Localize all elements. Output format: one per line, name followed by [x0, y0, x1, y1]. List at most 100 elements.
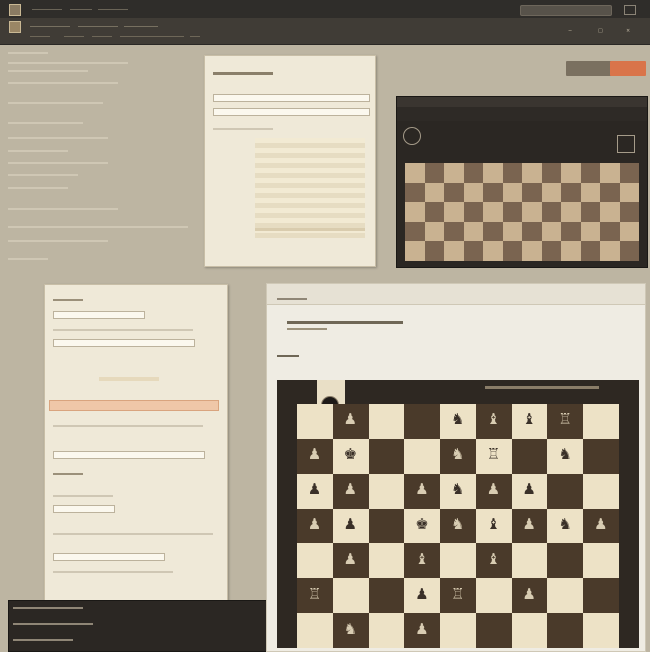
- small-board-square[interactable]: [424, 182, 444, 203]
- form-field-1[interactable]: [53, 311, 145, 319]
- board-square[interactable]: ♝: [475, 404, 512, 439]
- small-board-square[interactable]: [580, 202, 600, 222]
- chess-piece[interactable]: ♟: [308, 482, 321, 497]
- form-field-4[interactable]: [53, 505, 115, 513]
- small-board-square[interactable]: [561, 163, 581, 183]
- small-board-square[interactable]: [463, 202, 483, 222]
- small-board-square[interactable]: [444, 202, 464, 222]
- main-chessboard[interactable]: ♟ ♞ ♝ ♝ ♖ ♟ ♚ ♞ ♖ ♞ ♟ ♟ ♟ ♞ ♟ ♟ ♟ ♟ ♚ ♞ ♝ ♟ ♞ ♟ ♟ ♝ ♝ ♖ ♟ ♖ ♟ ♞ ♟: [297, 404, 619, 648]
- chess-piece[interactable]: ♞: [558, 447, 571, 462]
- chess-piece[interactable]: ♝: [523, 412, 536, 427]
- small-board-square[interactable]: [463, 163, 483, 183]
- board-square[interactable]: ♞: [547, 508, 584, 544]
- board-square[interactable]: ♝: [475, 543, 512, 579]
- small-board-square[interactable]: [405, 182, 425, 203]
- toolbar-item-8[interactable]: [190, 36, 200, 37]
- board-square[interactable]: ♟: [511, 508, 548, 544]
- small-board-square[interactable]: [405, 241, 425, 261]
- board-square[interactable]: ♟: [404, 613, 441, 648]
- board-square[interactable]: ♟: [332, 404, 369, 439]
- board-square[interactable]: ♞: [440, 404, 476, 439]
- board-square[interactable]: ♝: [404, 543, 441, 579]
- board-square[interactable]: [368, 543, 405, 579]
- small-board-square[interactable]: [580, 221, 600, 242]
- small-board-square[interactable]: [483, 163, 503, 183]
- board-square[interactable]: ♟: [297, 438, 333, 474]
- board-square[interactable]: ♟: [297, 473, 333, 509]
- chess-piece[interactable]: ♞: [558, 516, 571, 532]
- board-square[interactable]: ♞: [440, 438, 476, 474]
- primary-button[interactable]: [610, 61, 646, 76]
- chess-piece[interactable]: ♚: [344, 447, 357, 462]
- board-square[interactable]: ♖: [297, 578, 333, 614]
- small-board-square[interactable]: [541, 182, 561, 203]
- board-square[interactable]: ♝: [475, 508, 512, 544]
- small-board-square[interactable]: [619, 241, 639, 261]
- board-square[interactable]: ♟: [583, 508, 619, 544]
- board-square[interactable]: [297, 404, 333, 439]
- small-board-square[interactable]: [619, 202, 639, 222]
- board-square[interactable]: [547, 613, 584, 648]
- small-board-square[interactable]: [619, 182, 639, 203]
- board-square[interactable]: [404, 438, 441, 474]
- toolbar-item-4[interactable]: [30, 36, 50, 37]
- chess-piece[interactable]: ♖: [451, 586, 464, 602]
- chess-piece[interactable]: ♟: [308, 516, 321, 532]
- board-square[interactable]: [547, 543, 584, 579]
- selected-form-row[interactable]: [49, 400, 219, 411]
- board-square[interactable]: ♞: [440, 508, 476, 544]
- chess-piece[interactable]: ♖: [308, 586, 321, 602]
- board-square[interactable]: ♟: [297, 508, 333, 544]
- board-square[interactable]: ♟: [475, 473, 512, 509]
- chess-piece[interactable]: ♟: [487, 482, 500, 497]
- chess-piece[interactable]: ♟: [344, 551, 357, 567]
- chess-piece[interactable]: ♝: [487, 412, 500, 427]
- small-board-square[interactable]: [424, 241, 444, 261]
- small-board-square[interactable]: [502, 202, 522, 222]
- board-square[interactable]: [583, 438, 619, 474]
- small-board-square[interactable]: [502, 163, 522, 183]
- chess-piece[interactable]: ♞: [344, 621, 357, 637]
- small-board-square[interactable]: [483, 221, 503, 242]
- board-square[interactable]: ♚: [332, 438, 369, 474]
- board-square[interactable]: [368, 404, 405, 439]
- board-square[interactable]: [368, 613, 405, 648]
- small-board-square[interactable]: [424, 202, 444, 222]
- small-board-square[interactable]: [600, 182, 620, 203]
- clock-icon[interactable]: [403, 127, 421, 145]
- small-chessboard[interactable]: [405, 163, 639, 261]
- small-board-square[interactable]: [541, 163, 561, 183]
- toolbar-item-6[interactable]: [92, 36, 112, 37]
- board-square[interactable]: [297, 613, 333, 648]
- chess-piece[interactable]: ♝: [415, 551, 428, 567]
- board-square[interactable]: ♖: [440, 578, 476, 614]
- dialog-field-1[interactable]: [213, 94, 370, 102]
- board-square[interactable]: ♚: [404, 508, 441, 544]
- form-field-2[interactable]: [53, 339, 195, 347]
- menu-item-1[interactable]: [32, 9, 62, 10]
- board-square[interactable]: ♖: [475, 438, 512, 474]
- form-field-5[interactable]: [53, 553, 165, 561]
- secondary-button[interactable]: [566, 61, 612, 76]
- chess-piece[interactable]: ♝: [487, 551, 500, 567]
- chess-piece[interactable]: ♝: [487, 516, 500, 532]
- board-square[interactable]: ♟: [511, 578, 548, 614]
- small-board-square[interactable]: [561, 182, 581, 203]
- board-square[interactable]: ♟: [332, 543, 369, 579]
- board-square[interactable]: [440, 613, 476, 648]
- small-board-square[interactable]: [561, 202, 581, 222]
- small-board-square[interactable]: [424, 163, 444, 183]
- small-board-square[interactable]: [541, 221, 561, 242]
- board-square[interactable]: [440, 543, 476, 579]
- minimize-icon[interactable]: −: [568, 28, 572, 34]
- maximize-icon[interactable]: □: [598, 28, 603, 34]
- small-board-square[interactable]: [541, 241, 561, 261]
- board-square[interactable]: [297, 543, 333, 579]
- board-square[interactable]: ♟: [404, 473, 441, 509]
- small-board-square[interactable]: [580, 182, 600, 203]
- search-input[interactable]: [520, 5, 612, 16]
- toolbar-item-3[interactable]: [124, 26, 158, 27]
- small-board-square[interactable]: [483, 241, 503, 261]
- small-board-square[interactable]: [502, 182, 522, 203]
- chess-piece[interactable]: ♞: [451, 412, 464, 427]
